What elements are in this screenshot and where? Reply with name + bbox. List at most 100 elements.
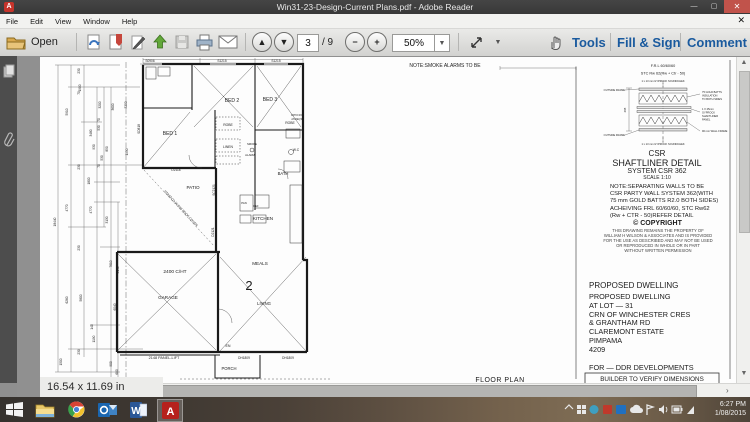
fit-window-button[interactable] bbox=[466, 32, 486, 52]
menu-window[interactable]: Window bbox=[77, 17, 116, 26]
word-button[interactable]: W bbox=[126, 399, 150, 420]
svg-text:A: A bbox=[166, 406, 174, 418]
dimension-label: 530 bbox=[100, 155, 104, 161]
builder-verify-note: BUILDER TO VERIFY DIMENSIONS bbox=[600, 376, 704, 383]
toolbar: Open ▲ ▼ 3 / 9 − + 50% ▼ ▼ Tools Fill & … bbox=[0, 29, 750, 57]
dimension-label: 850 bbox=[105, 146, 109, 152]
dimension-label: 3200 bbox=[98, 101, 102, 108]
toolbar-separator bbox=[245, 33, 246, 51]
fill-sign-button[interactable]: Fill & Sign bbox=[617, 32, 681, 52]
convert-pdf-button[interactable] bbox=[84, 32, 104, 52]
zoom-out-button[interactable]: − bbox=[345, 32, 365, 52]
maximize-button[interactable]: ▢ bbox=[704, 0, 724, 13]
dimension-label: 5800 bbox=[79, 294, 83, 301]
shaftliner-detail-diagram bbox=[624, 81, 701, 143]
dimension-label: 1900 bbox=[78, 84, 82, 91]
print-button[interactable] bbox=[194, 32, 214, 52]
sign-pen-button[interactable] bbox=[128, 32, 148, 52]
detail-title-block: CSR SHAFTLINER DETAIL SYSTEM CSR 362 SCA… bbox=[597, 149, 717, 181]
plan-label: DH1809 bbox=[238, 356, 250, 360]
page-size-indicator: 16.54 x 11.69 in bbox=[40, 377, 163, 397]
plan-label: PORCH bbox=[221, 366, 236, 371]
tray-windows-icon[interactable] bbox=[577, 405, 586, 414]
dimension-label: 530 bbox=[97, 125, 101, 131]
menu-edit[interactable]: Edit bbox=[24, 17, 49, 26]
zoom-dropdown-button[interactable]: ▼ bbox=[434, 34, 450, 52]
dimension-label: 4770 bbox=[89, 206, 93, 213]
tray-clock[interactable]: 6:27 PM 1/08/2015 bbox=[715, 400, 746, 418]
save-button[interactable] bbox=[172, 32, 192, 52]
tray-battery-icon[interactable] bbox=[671, 405, 683, 414]
plan-label: ROBE bbox=[223, 123, 233, 127]
plan-label: LIVING bbox=[257, 301, 271, 306]
tools-button[interactable]: Tools bbox=[572, 32, 606, 52]
share-button[interactable] bbox=[150, 32, 170, 52]
detail-label: 90 mm WALL FRAME bbox=[702, 129, 728, 133]
scroll-right-icon[interactable]: › bbox=[726, 386, 729, 395]
taskbar: W A 6:27 PM 1/08/2015 bbox=[0, 397, 750, 422]
dimension-label: 230 bbox=[77, 349, 81, 355]
pen-icon bbox=[131, 35, 146, 49]
toolbar-separator bbox=[610, 33, 611, 51]
system-tray[interactable] bbox=[563, 402, 695, 417]
plan-label: 2 bbox=[245, 278, 252, 293]
tray-network-icon[interactable] bbox=[687, 406, 694, 414]
page-convert-icon bbox=[87, 34, 100, 49]
close-button[interactable]: ✕ bbox=[724, 0, 750, 13]
open-button[interactable]: Open bbox=[5, 32, 58, 52]
dimension-label: 3200 bbox=[124, 101, 128, 108]
plan-label: BED 1 bbox=[163, 131, 178, 137]
hand-tool-button[interactable] bbox=[545, 32, 565, 52]
page-thumbnails-icon[interactable] bbox=[3, 64, 15, 78]
tray-app-icon[interactable] bbox=[589, 405, 599, 414]
view-options-dropdown[interactable]: ▼ bbox=[492, 32, 504, 52]
vertical-scrollbar[interactable]: ▲ ▼ bbox=[736, 57, 750, 383]
zoom-level-input[interactable]: 50% bbox=[392, 34, 436, 52]
dimension-label: 3600 bbox=[111, 103, 115, 110]
page-red-tag-icon bbox=[109, 33, 122, 49]
plan-label: S1215 bbox=[217, 59, 226, 63]
tray-adobe-icon[interactable] bbox=[603, 405, 612, 414]
create-pdf-button[interactable] bbox=[106, 32, 126, 52]
zoom-in-button[interactable]: + bbox=[367, 32, 387, 52]
dimension-label: 930 bbox=[92, 144, 96, 150]
plan-label: D2118 bbox=[171, 168, 180, 172]
file-explorer-button[interactable] bbox=[33, 399, 57, 420]
detail-label: INSULATION bbox=[702, 94, 717, 98]
dimension-label: 4770 bbox=[65, 204, 69, 211]
detail-label: SHAFTLINER bbox=[702, 114, 718, 118]
previous-page-button[interactable]: ▲ bbox=[252, 32, 272, 52]
minimize-button[interactable]: — bbox=[684, 0, 704, 13]
outlook-icon bbox=[97, 402, 117, 417]
chrome-button[interactable] bbox=[64, 399, 88, 420]
detail-title-name: SHAFTLINER DETAIL bbox=[612, 158, 702, 168]
close-document-icon[interactable]: ✕ bbox=[737, 15, 745, 26]
tray-onedrive-icon[interactable] bbox=[616, 405, 626, 414]
next-page-button[interactable]: ▼ bbox=[274, 32, 294, 52]
open-folder-icon bbox=[6, 37, 26, 49]
dimension-label: 140 bbox=[90, 324, 94, 330]
outlook-button[interactable] bbox=[95, 399, 119, 420]
menu-view[interactable]: View bbox=[49, 17, 77, 26]
plan-label: BED 3 bbox=[263, 97, 278, 103]
detail-title-csr: CSR bbox=[648, 149, 666, 158]
scroll-up-icon[interactable]: ▲ bbox=[737, 59, 750, 66]
tray-cloud-icon[interactable] bbox=[630, 404, 643, 413]
tray-flag-icon[interactable] bbox=[646, 404, 656, 415]
tray-volume-icon[interactable] bbox=[659, 405, 668, 414]
comment-button[interactable]: Comment bbox=[687, 32, 747, 52]
plan-label: 2400 C/HT bbox=[163, 269, 186, 275]
plan-label: REF bbox=[253, 204, 259, 208]
attachments-paperclip-icon[interactable] bbox=[3, 131, 15, 149]
page-number-input[interactable]: 3 bbox=[297, 34, 319, 52]
adobe-reader-button[interactable]: A bbox=[157, 399, 183, 422]
start-button[interactable] bbox=[2, 399, 26, 420]
menu-help[interactable]: Help bbox=[116, 17, 143, 26]
page-number-value: 3 bbox=[305, 37, 311, 49]
tray-show-icons[interactable] bbox=[564, 404, 574, 410]
vertical-scroll-thumb[interactable] bbox=[739, 71, 750, 233]
printer-icon bbox=[196, 34, 212, 50]
menu-file[interactable]: File bbox=[0, 17, 24, 26]
email-button[interactable] bbox=[216, 32, 240, 52]
scroll-down-icon[interactable]: ▼ bbox=[737, 370, 750, 377]
